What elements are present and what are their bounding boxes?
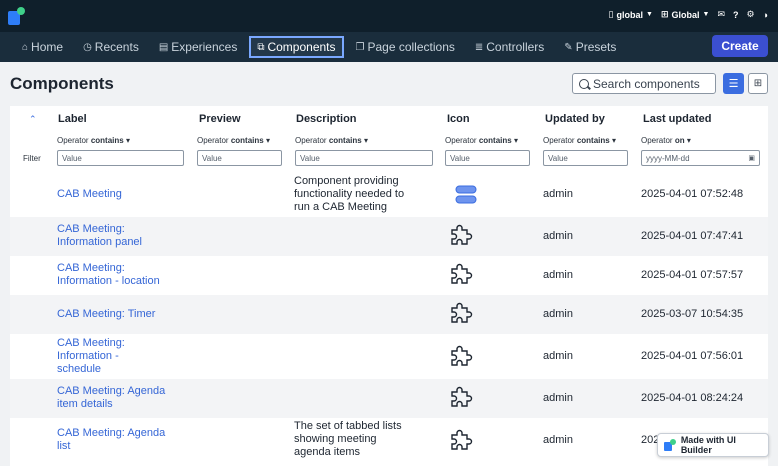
filter-input-label[interactable]: Value [57, 150, 184, 166]
column-header-label[interactable]: Label [58, 113, 87, 125]
nav-bar: ⌂ Home ◷ Recents ▤ Experiences ⧉ Components … [0, 32, 778, 62]
document-icon: ▯ [608, 9, 614, 19]
main-content: Components Search components ☰ ⊞ ⌃ Label… [0, 62, 778, 466]
row-last-updated: 2025-03-07 10:54:35 [641, 308, 744, 320]
ui-builder-logo-icon [664, 439, 676, 451]
row-updated-by: admin [543, 188, 573, 200]
table-row[interactable]: CAB Meeting: Information - schedule admi… [10, 334, 768, 379]
list-icon: ☰ [728, 78, 739, 90]
collapse-filter-icon[interactable]: ⌃ [29, 114, 37, 125]
row-label-link[interactable]: CAB Meeting: Agenda list [57, 427, 172, 453]
column-header-updated-by[interactable]: Updated by [545, 113, 605, 125]
row-label-link[interactable]: CAB Meeting: Information - schedule [57, 337, 135, 376]
hierarchy-icon: ⊞ [660, 9, 669, 19]
operator-picker-description[interactable]: Operator contains ▾ [295, 136, 368, 145]
create-button[interactable]: Create [712, 35, 768, 57]
row-label-link[interactable]: CAB Meeting [57, 188, 182, 201]
puzzle-icon [451, 263, 473, 284]
chevron-down-icon: ▼ [702, 11, 710, 18]
home-icon: ⌂ [22, 41, 29, 53]
stacked-blocks-icon [455, 185, 477, 204]
tab-home[interactable]: ⌂ Home [14, 36, 71, 58]
row-updated-by: admin [543, 308, 573, 320]
row-description: Component providing functionality needed… [294, 175, 405, 213]
brush-icon: ✎ [564, 41, 573, 53]
tab-components[interactable]: ⧉ Components [249, 36, 344, 58]
row-last-updated: 2025-04-01 07:57:57 [641, 269, 744, 281]
row-updated-by: admin [543, 350, 573, 362]
scope-picker[interactable]: ▯ global ▼ [609, 9, 653, 20]
operator-picker-updated-by[interactable]: Operator contains ▾ [543, 136, 616, 145]
puzzle-icon [451, 302, 473, 323]
row-label-link[interactable]: CAB Meeting: Timer [57, 308, 187, 321]
operator-picker-preview[interactable]: Operator contains ▾ [197, 136, 270, 145]
filter-input-icon[interactable]: Value [445, 150, 530, 166]
row-updated-by: admin [543, 230, 573, 242]
tab-experiences[interactable]: ▤ Experiences [151, 36, 246, 58]
operator-picker-label[interactable]: Operator contains ▾ [57, 136, 130, 145]
row-updated-by: admin [543, 392, 573, 404]
column-header-description[interactable]: Description [296, 113, 357, 125]
help-icon[interactable]: ? [733, 10, 739, 20]
tab-page-collections[interactable]: ❐ Page collections [348, 36, 463, 58]
grid-icon: ⊞ [753, 78, 763, 89]
puzzle-icon [451, 386, 473, 407]
settings-icon[interactable]: ⚙ [746, 9, 754, 20]
column-header-icon[interactable]: Icon [447, 113, 470, 125]
clock-icon: ◷ [83, 41, 92, 53]
row-label-link[interactable]: CAB Meeting: Agenda item details [57, 385, 172, 411]
search-input[interactable]: Search components [572, 73, 716, 94]
row-description: The set of tabbed lists showing meeting … [294, 420, 402, 458]
row-last-updated: 2025-04-01 07:52:48 [641, 188, 744, 200]
calendar-icon[interactable]: ▣ [748, 154, 755, 162]
tab-controllers[interactable]: ≣ Controllers [467, 36, 552, 58]
chevron-down-icon: ▼ [646, 11, 653, 18]
table-row[interactable]: CAB Meeting: Agenda list The set of tabb… [10, 418, 768, 466]
window-icon: ▤ [158, 41, 169, 53]
puzzle-icon [451, 429, 473, 450]
table-row[interactable]: CAB Meeting: Agenda item details admin 2… [10, 379, 768, 418]
grid-view-button[interactable]: ⊞ [748, 73, 768, 94]
puzzle-icon [451, 345, 473, 366]
row-last-updated: 2025-04-01 07:47:41 [641, 230, 744, 242]
top-bar: ▯ global ▼ ⊞ Global ▼ ✉ ? ⚙ ◑ [0, 0, 778, 32]
row-updated-by: admin [543, 434, 573, 446]
column-header-preview[interactable]: Preview [199, 113, 241, 125]
row-updated-by: admin [543, 269, 573, 281]
column-header-last-updated[interactable]: Last updated [643, 113, 711, 125]
table-row[interactable]: CAB Meeting: Information - location admi… [10, 256, 768, 295]
tab-recents[interactable]: ◷ Recents [75, 36, 147, 58]
filter-input-description[interactable]: Value [295, 150, 433, 166]
row-last-updated: 2025-04-01 07:56:01 [641, 350, 744, 362]
operator-picker-icon[interactable]: Operator contains ▾ [445, 136, 518, 145]
filter-input-last-updated[interactable]: yyyy-MM-dd ▣ [641, 150, 760, 166]
megaphone-icon[interactable]: ✉ [717, 9, 725, 20]
list-view-button[interactable]: ☰ [723, 73, 744, 94]
components-table: ⌃ Label Preview Description Icon Updated… [10, 106, 768, 466]
table-row[interactable]: CAB Meeting: Timer admin 2025-03-07 10:5… [10, 295, 768, 334]
puzzle-icon [451, 224, 473, 245]
filter-input-updated-by[interactable]: Value [543, 150, 628, 166]
search-icon [579, 78, 589, 89]
pages-icon: ❐ [355, 41, 365, 53]
app-picker[interactable]: ⊞ Global ▼ [661, 9, 710, 20]
row-label-link[interactable]: CAB Meeting: Information - location [57, 262, 177, 288]
ui-builder-badge[interactable]: Made with UI Builder [657, 433, 769, 457]
app-logo[interactable] [8, 7, 26, 25]
tab-presets[interactable]: ✎ Presets [556, 36, 624, 58]
database-icon: ≣ [474, 41, 484, 53]
filter-label: Filter [23, 154, 41, 163]
operator-picker-last-updated[interactable]: Operator on ▾ [641, 136, 691, 145]
table-row[interactable]: CAB Meeting Component providing function… [10, 172, 768, 217]
table-row[interactable]: CAB Meeting: Information panel admin 202… [10, 217, 768, 256]
row-last-updated: 2025-04-01 08:24:24 [641, 392, 744, 404]
contrast-icon[interactable]: ◑ [763, 10, 768, 20]
components-icon: ⧉ [257, 41, 265, 53]
page-title: Components [10, 74, 114, 93]
row-label-link[interactable]: CAB Meeting: Information panel [57, 223, 167, 249]
filter-input-preview[interactable]: Value [197, 150, 282, 166]
